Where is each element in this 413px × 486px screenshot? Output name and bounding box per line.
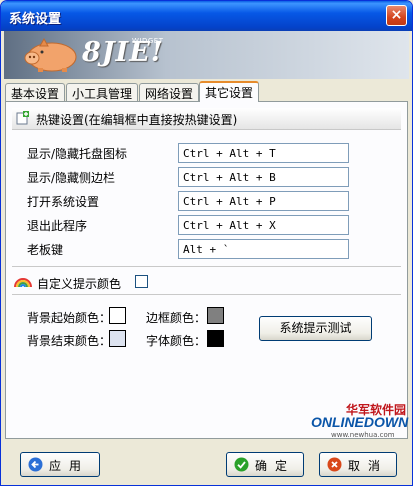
hotkey-section-title: 热键设置(在编辑框中直接按热键设置) [36, 113, 238, 127]
section-divider [12, 266, 401, 267]
bg-start-color-label: 背景起始颜色： [27, 311, 112, 325]
add-note-icon [16, 111, 29, 125]
hotkey-label-sidebar: 显示/隐藏侧边栏 [27, 171, 116, 185]
custom-color-checkbox[interactable] [135, 275, 148, 288]
tab-widget-management[interactable]: 小工具管理 [66, 83, 139, 101]
font-color-swatch[interactable] [207, 330, 224, 347]
watermark: 华军软件园 ONLINEDOWN www.newhua.com [311, 401, 411, 441]
title-bar[interactable]: 系统设置 × [1, 1, 412, 31]
bg-end-color-label: 背景结束颜色： [27, 334, 112, 348]
back-arrow-icon [28, 457, 43, 472]
hotkey-label-tray: 显示/隐藏托盘图标 [27, 147, 128, 161]
bg-end-color-swatch[interactable] [109, 330, 126, 347]
rainbow-icon [14, 278, 32, 288]
border-color-label: 边框颜色： [146, 311, 207, 325]
cancel-icon [327, 457, 342, 472]
test-notification-button[interactable]: 系统提示测试 [259, 316, 372, 341]
tab-basic-settings[interactable]: 基本设置 [5, 83, 66, 101]
ok-button[interactable]: 确定 [226, 452, 304, 477]
cancel-button-label: 取消 [348, 459, 389, 473]
border-color-swatch[interactable] [207, 307, 224, 324]
hotkey-boss-key-input[interactable] [178, 239, 349, 259]
hotkey-sidebar-input[interactable] [178, 167, 349, 187]
hotkey-exit-input[interactable] [178, 215, 349, 235]
pig-logo-icon [24, 37, 77, 72]
apply-button-label: 应用 [49, 459, 90, 473]
hotkey-tray-input[interactable] [178, 143, 349, 163]
custom-color-label: 自定义提示颜色 [37, 277, 122, 291]
bg-start-color-swatch[interactable] [109, 307, 126, 324]
apply-button[interactable]: 应用 [20, 452, 100, 477]
hotkey-label-boss-key: 老板键 [27, 243, 64, 257]
ok-button-label: 确定 [255, 459, 296, 473]
check-icon [234, 457, 249, 472]
tab-network-settings[interactable]: 网络设置 [139, 83, 200, 101]
color-section-divider [12, 294, 401, 295]
hotkey-label-settings: 打开系统设置 [27, 195, 100, 209]
other-settings-panel: 热键设置(在编辑框中直接按热键设置) 显示/隐藏托盘图标 显示/隐藏侧边栏 打开… [5, 101, 408, 439]
settings-window: 系统设置 × 8JIE! WIDGET 基本设置 小工具管理 网络设置 其它设置 [0, 0, 413, 486]
watermark-url: www.newhua.com [331, 431, 395, 439]
close-button[interactable]: × [386, 5, 407, 26]
watermark-brand: ONLINEDOWN [311, 414, 409, 430]
hotkey-section-header: 热键设置(在编辑框中直接按热键设置) [12, 108, 401, 130]
font-color-label: 字体颜色： [146, 334, 207, 348]
header-banner: 8JIE! WIDGET [4, 31, 409, 79]
hotkey-settings-input[interactable] [178, 191, 349, 211]
window-title: 系统设置 [9, 12, 62, 27]
hotkey-label-exit: 退出此程序 [27, 219, 88, 233]
brand-logo-badge: WIDGET [132, 37, 164, 45]
cancel-button[interactable]: 取消 [319, 452, 397, 477]
tab-other-settings[interactable]: 其它设置 [199, 81, 260, 102]
